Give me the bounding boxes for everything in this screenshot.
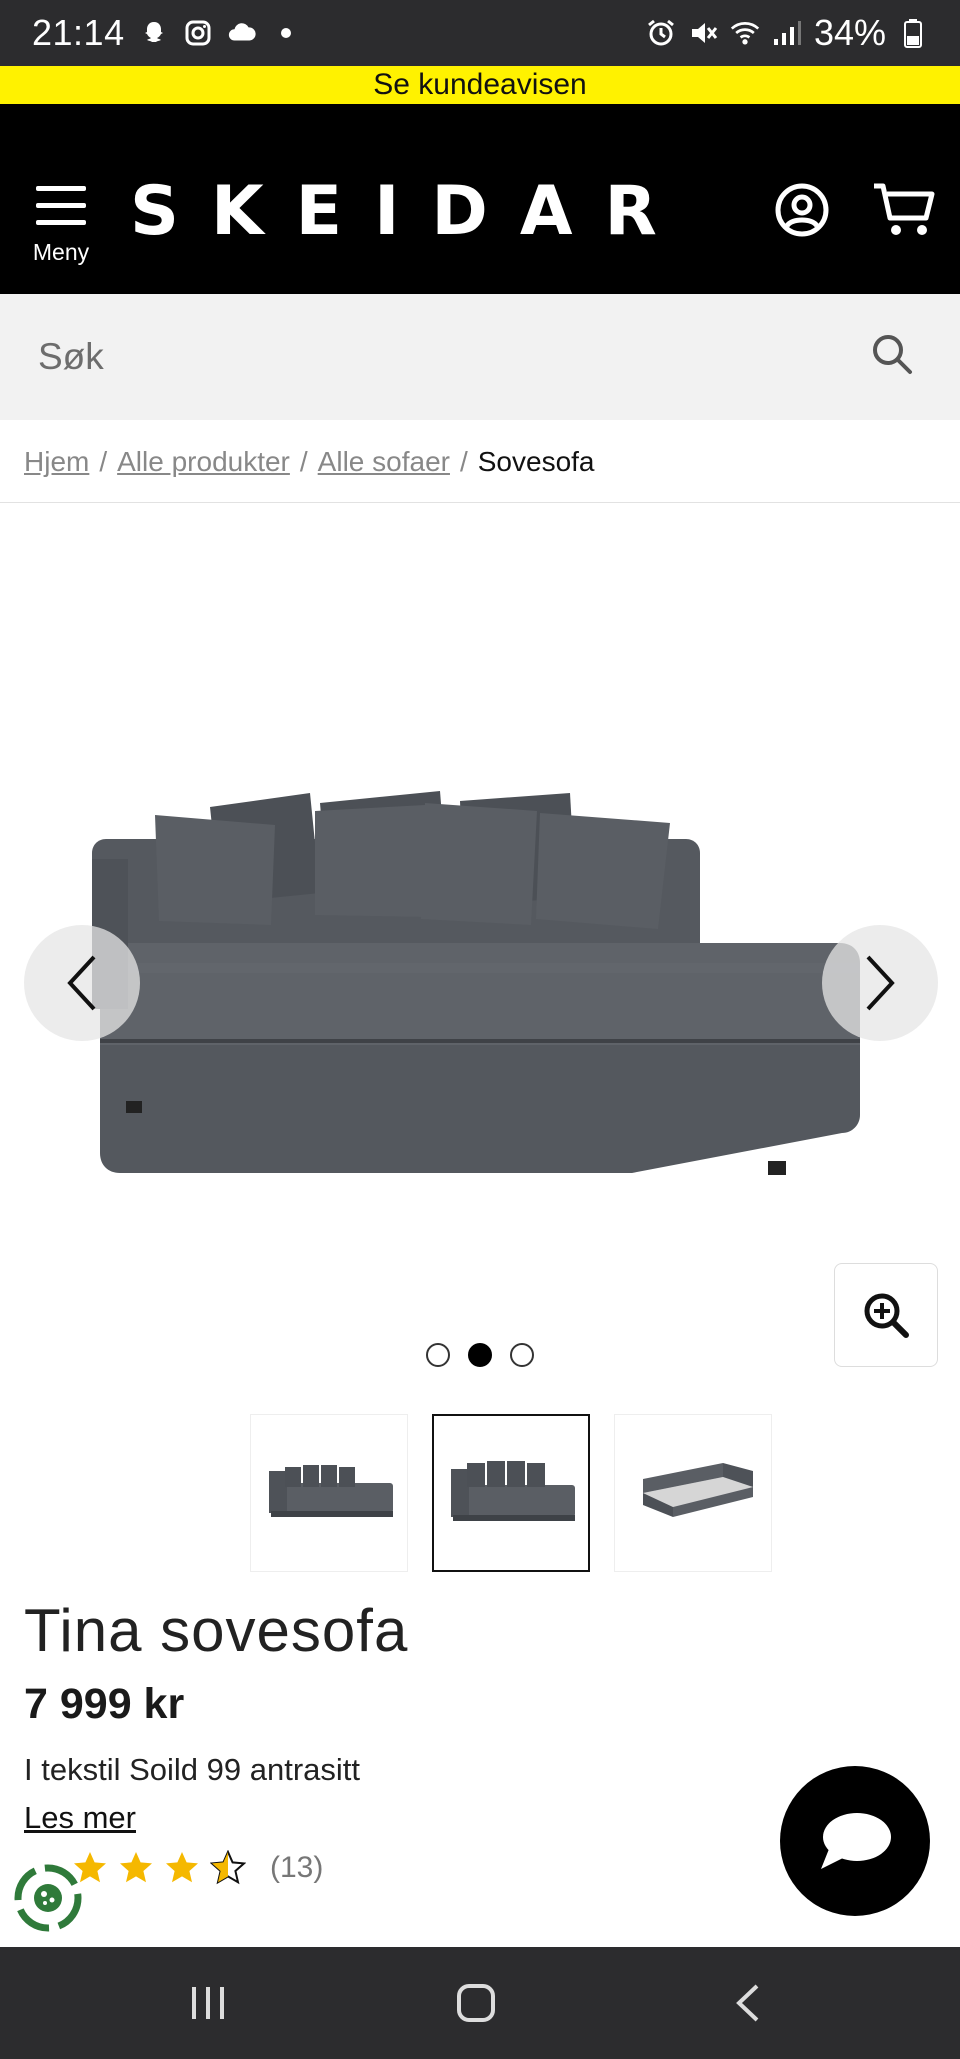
product-price: 7 999 kr [24, 1680, 185, 1728]
zoom-button[interactable] [834, 1263, 938, 1367]
pagination-dot-active[interactable] [468, 1343, 492, 1367]
breadcrumb-all-sofas[interactable]: Alle sofaer [318, 446, 450, 478]
cart-icon[interactable] [872, 182, 936, 238]
product-title: Tina sovesofa [24, 1597, 409, 1664]
alarm-icon [646, 18, 676, 48]
chevron-left-icon [67, 955, 96, 1011]
wifi-icon [730, 18, 760, 48]
mute-icon [688, 18, 718, 48]
chat-bubble-icon [821, 1813, 891, 1869]
menu-label: Meny [32, 239, 90, 265]
star-half-icon [210, 1850, 246, 1885]
search-bar [0, 294, 960, 420]
star-icon [120, 1852, 152, 1883]
zoom-in-icon [864, 1293, 909, 1338]
instagram-icon [183, 18, 213, 48]
thumbnail-2[interactable] [432, 1414, 590, 1572]
logo[interactable]: SKEIDAR [130, 172, 689, 251]
thumbnail-strip [250, 1414, 772, 1572]
breadcrumb-separator: / [459, 446, 468, 477]
gallery-pagination [426, 1343, 534, 1367]
product-variant: I tekstil Soild 99 antrasitt [24, 1752, 360, 1787]
hamburger-icon [36, 186, 86, 225]
eco-badge-icon [14, 1864, 82, 1932]
rating[interactable]: (13) [72, 1850, 323, 1886]
back-icon[interactable] [718, 1979, 778, 2027]
status-bar: 21:14 34% [0, 0, 960, 66]
search-icon[interactable] [870, 332, 914, 381]
menu-button[interactable]: Meny [28, 184, 94, 266]
breadcrumb-separator: / [99, 446, 108, 477]
pagination-dot[interactable] [510, 1343, 534, 1367]
breadcrumb-current: Sovesofa [477, 446, 595, 477]
promo-banner[interactable]: Se kundeavisen [0, 66, 960, 104]
chat-button[interactable] [780, 1766, 930, 1916]
snapchat-icon [139, 18, 169, 48]
signal-icon [772, 18, 802, 48]
home-icon[interactable] [446, 1979, 506, 2027]
promo-text: Se kundeavisen [373, 68, 587, 101]
breadcrumb-home[interactable]: Hjem [24, 446, 89, 478]
thumbnail-1[interactable] [250, 1414, 408, 1572]
dot-icon [271, 18, 301, 48]
gallery-next-button[interactable] [822, 925, 938, 1041]
status-time: 21:14 [32, 12, 125, 53]
product-gallery [0, 503, 960, 1383]
search-input[interactable] [38, 330, 838, 384]
thumbnail-3[interactable] [614, 1414, 772, 1572]
product-image[interactable] [0, 503, 960, 1383]
account-icon[interactable] [774, 182, 830, 238]
system-navigation-bar [0, 1947, 960, 2059]
recent-apps-icon[interactable] [178, 1979, 238, 2027]
battery-icon [898, 18, 928, 48]
read-more-link[interactable]: Les mer [24, 1800, 136, 1836]
site-header: Meny SKEIDAR [0, 104, 960, 294]
battery-percent: 34% [813, 12, 886, 53]
breadcrumb: Hjem / Alle produkter / Alle sofaer / So… [24, 446, 595, 478]
breadcrumb-all-products[interactable]: Alle produkter [117, 446, 290, 478]
breadcrumb-separator: / [299, 446, 308, 477]
chevron-right-icon [866, 955, 895, 1011]
rating-count: (13) [270, 1851, 324, 1884]
cloud-icon [227, 18, 257, 48]
gallery-prev-button[interactable] [24, 925, 140, 1041]
star-icon [166, 1852, 198, 1883]
pagination-dot[interactable] [426, 1343, 450, 1367]
